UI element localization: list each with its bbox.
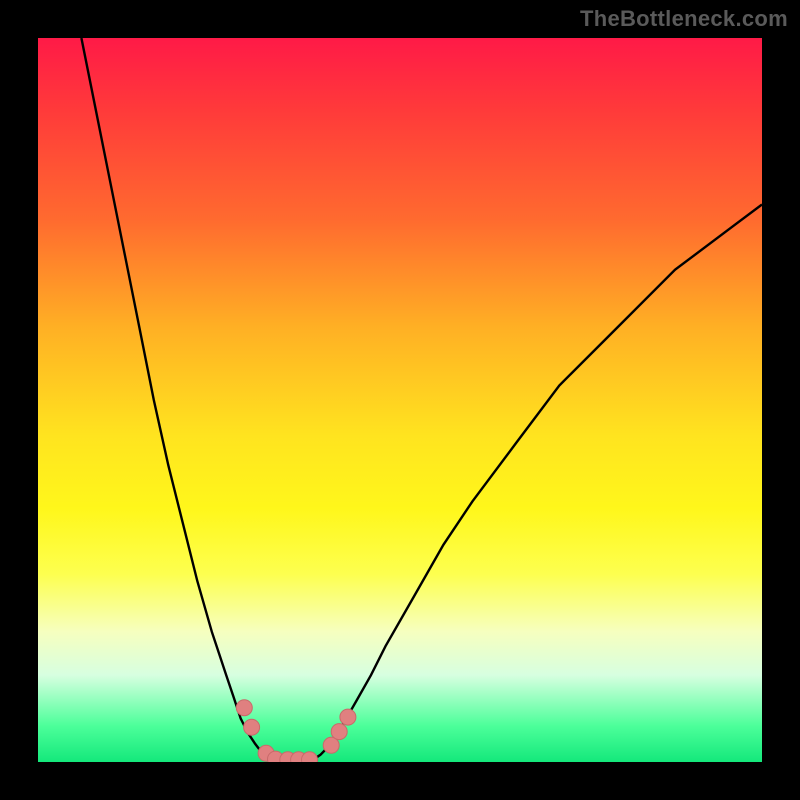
right-curve bbox=[313, 205, 762, 760]
chart-frame: TheBottleneck.com bbox=[0, 0, 800, 800]
data-marker bbox=[331, 724, 347, 740]
left-curve bbox=[81, 38, 269, 760]
markers-group bbox=[236, 700, 356, 762]
data-marker bbox=[340, 709, 356, 725]
chart-svg bbox=[38, 38, 762, 762]
plot-area bbox=[38, 38, 762, 762]
watermark-text: TheBottleneck.com bbox=[580, 6, 788, 32]
data-marker bbox=[244, 719, 260, 735]
data-marker bbox=[236, 700, 252, 716]
